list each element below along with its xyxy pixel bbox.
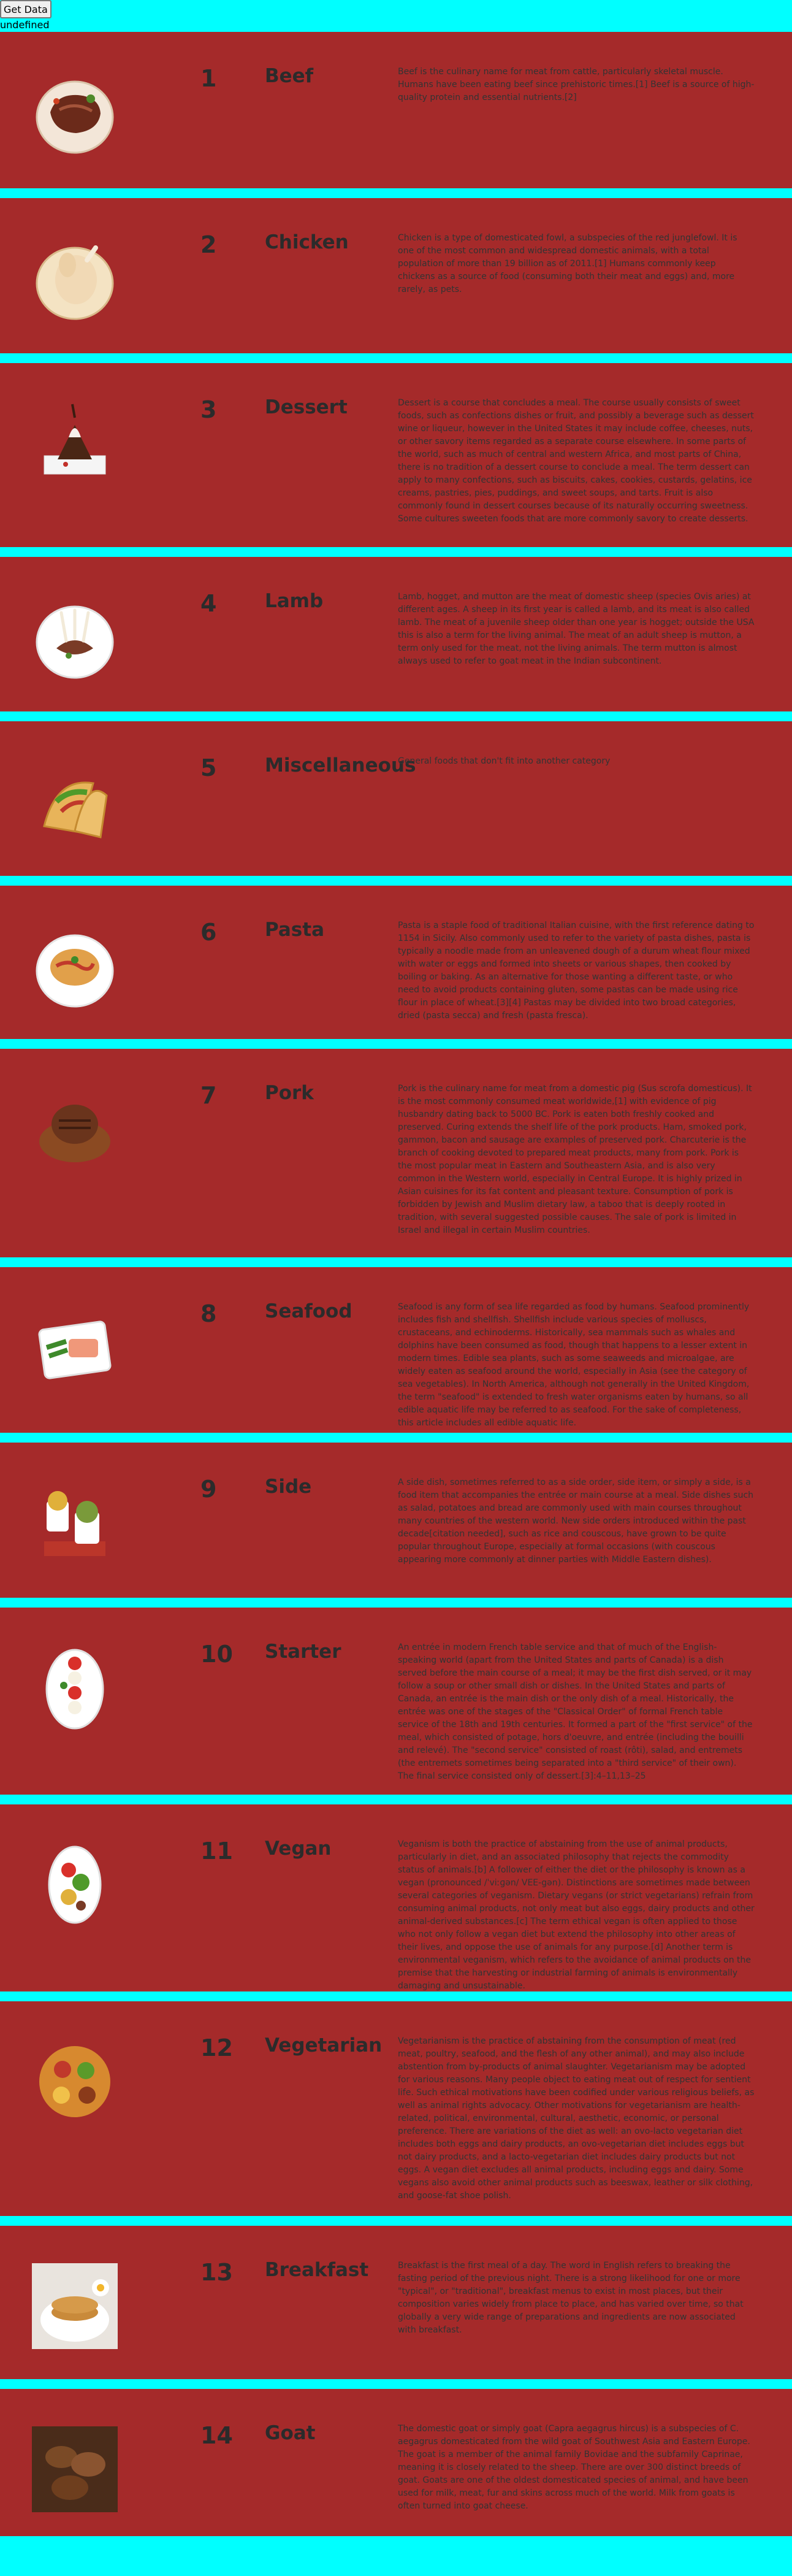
- category-id: 3: [200, 396, 217, 423]
- category-id: 4: [200, 590, 217, 617]
- category-name: Vegan: [265, 1838, 332, 1860]
- category-description: A side dish, sometimes referred to as a …: [398, 1478, 754, 1565]
- category-description: Beef is the culinary name for meat from …: [398, 67, 755, 102]
- category-description: Breakfast is the first meal of a day. Th…: [398, 2261, 744, 2335]
- category-id: 8: [200, 1300, 217, 1327]
- vegan-bowl-image: [32, 1839, 118, 1931]
- pasta-bowl-image: [32, 920, 118, 1012]
- category-name: Starter: [265, 1641, 341, 1663]
- category-description: Vegetarianism is the practice of abstain…: [398, 2036, 755, 2201]
- category-name: Breakfast: [265, 2259, 369, 2281]
- status-text: undefined: [0, 19, 50, 31]
- category-name: Goat: [265, 2422, 316, 2444]
- category-description: Dessert is a course that concludes a mea…: [398, 398, 754, 524]
- chicken-image: [32, 232, 118, 324]
- pork-roast-image: [32, 1083, 118, 1175]
- category-id: 10: [200, 1641, 233, 1668]
- caprese-starter-image: [32, 1642, 118, 1734]
- category-thumbnail-cell: [0, 1476, 153, 1584]
- category-description: General foods that don't fit into anothe…: [398, 756, 611, 766]
- beef-steak-image: [32, 66, 118, 158]
- category-name: Chicken: [265, 231, 349, 253]
- side-dishes-image: [32, 1477, 118, 1569]
- category-list: 1 Beef Beef is the culinary name for meat …: [0, 32, 792, 2536]
- category-name: Seafood: [265, 1300, 352, 1322]
- category-row: 14 Goat The domestic goat or simply goat (…: [0, 2389, 792, 2536]
- category-description: Lamb, hogget, and mutton are the meat of…: [398, 592, 755, 666]
- category-row: 5 Miscellaneous General foods that don't f…: [0, 721, 792, 876]
- category-name: Pasta: [265, 919, 324, 941]
- category-thumbnail-cell: [0, 1301, 153, 1419]
- breakfast-photo-image: [32, 2260, 118, 2352]
- category-thumbnail-cell: [0, 2423, 153, 2523]
- category-row: 4 Lamb Lamb, hogget, and mutton are the me…: [0, 557, 792, 711]
- category-thumbnail-cell: [0, 2260, 153, 2366]
- category-name: Lamb: [265, 590, 324, 612]
- category-row: 6 Pasta Pasta is a staple food of traditio…: [0, 886, 792, 1039]
- category-row: 10 Starter An entrée in modern French tabl…: [0, 1608, 792, 1795]
- tacos-image: [32, 756, 118, 848]
- category-thumbnail-cell: [0, 66, 153, 175]
- category-name: Dessert: [265, 396, 348, 418]
- category-id: 5: [200, 754, 217, 781]
- category-thumbnail-cell: [0, 919, 153, 1025]
- category-row: 1 Beef Beef is the culinary name for meat …: [0, 32, 792, 188]
- category-description: Chicken is a type of domesticated fowl, …: [398, 233, 737, 294]
- category-id: 6: [200, 919, 217, 946]
- category-id: 9: [200, 1476, 217, 1503]
- category-id: 2: [200, 231, 217, 258]
- category-thumbnail-cell: [0, 397, 153, 534]
- category-row: 13 Breakfast Breakfast is the first meal o…: [0, 2226, 792, 2379]
- category-row: 3 Dessert Dessert is a course that conclud…: [0, 363, 792, 547]
- category-name: Vegetarian: [265, 2034, 383, 2057]
- category-id: 14: [200, 2422, 233, 2449]
- category-thumbnail-cell: [0, 1838, 153, 1978]
- goat-meat-image: [32, 2423, 118, 2515]
- category-name: Side: [265, 1476, 312, 1498]
- vegetarian-platter-image: [32, 2036, 118, 2128]
- category-row: 7 Pork Pork is the culinary name for meat …: [0, 1049, 792, 1257]
- category-name: Beef: [265, 65, 314, 87]
- get-data-button[interactable]: Get Data: [0, 0, 51, 18]
- category-description: The domestic goat or simply goat (Capra …: [398, 2424, 750, 2511]
- category-description: Veganism is both the practice of abstain…: [398, 1839, 755, 1991]
- category-thumbnail-cell: [0, 1083, 153, 1244]
- category-thumbnail-cell: [0, 2035, 153, 2202]
- category-thumbnail-cell: [0, 755, 153, 862]
- category-description: Pasta is a staple food of traditional It…: [398, 921, 755, 1021]
- lamb-rack-image: [32, 591, 118, 683]
- category-row: 12 Vegetarian Vegetarianism is the practic…: [0, 2001, 792, 2216]
- category-name: Miscellaneous: [265, 754, 416, 776]
- seafood-plate-image: [32, 1301, 118, 1393]
- category-row: 2 Chicken Chicken is a type of domesticate…: [0, 198, 792, 353]
- category-id: 7: [200, 1082, 217, 1109]
- category-row: 11 Vegan Veganism is both the practice of …: [0, 1804, 792, 1991]
- category-name: Pork: [265, 1082, 314, 1104]
- category-id: 1: [200, 65, 217, 92]
- category-description: Pork is the culinary name for meat from …: [398, 1084, 752, 1235]
- category-thumbnail-cell: [0, 591, 153, 698]
- toolbar: Get Data undefined: [0, 0, 792, 32]
- category-id: 13: [200, 2259, 233, 2286]
- category-description: Seafood is any form of sea life regarded…: [398, 1302, 750, 1428]
- category-thumbnail-cell: [0, 1641, 153, 1781]
- category-thumbnail-cell: [0, 232, 153, 340]
- category-description: An entrée in modern French table service…: [398, 1643, 753, 1781]
- category-id: 11: [200, 1838, 233, 1865]
- category-row: 9 Side A side dish, sometimes referred to …: [0, 1443, 792, 1598]
- category-row: 8 Seafood Seafood is any form of sea life …: [0, 1267, 792, 1433]
- dessert-cake-image: [32, 397, 118, 489]
- category-id: 12: [200, 2034, 233, 2061]
